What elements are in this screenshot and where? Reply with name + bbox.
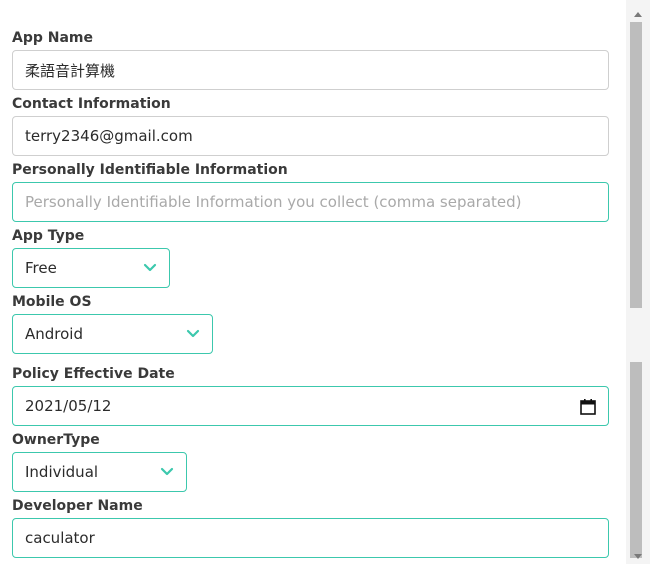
app-name-value: 柔語音計算機 bbox=[25, 61, 116, 80]
contact-information-label: Contact Information bbox=[12, 96, 171, 112]
chevron-down-icon bbox=[186, 329, 200, 339]
policy-effective-date-field: Policy Effective Date 2021/05/12 bbox=[12, 364, 609, 430]
app-name-label: App Name bbox=[12, 30, 93, 46]
contact-information-input[interactable]: terry2346@gmail.com bbox=[12, 116, 609, 156]
contact-information-value: terry2346@gmail.com bbox=[25, 127, 193, 145]
privacy-policy-form: App Name 柔語音計算機 Contact Information terr… bbox=[12, 28, 609, 562]
policy-effective-date-label: Policy Effective Date bbox=[12, 366, 175, 382]
scroll-up-arrow-icon[interactable] bbox=[632, 8, 644, 20]
contact-information-field: Contact Information terry2346@gmail.com bbox=[12, 94, 609, 160]
mobile-os-label: Mobile OS bbox=[12, 294, 92, 310]
developer-name-input[interactable]: caculator bbox=[12, 518, 609, 558]
app-type-field: App Type Free bbox=[12, 226, 609, 292]
app-type-label: App Type bbox=[12, 228, 85, 244]
scrollbar-thumb[interactable] bbox=[630, 22, 642, 308]
vertical-scrollbar[interactable] bbox=[626, 0, 650, 564]
owner-type-select[interactable]: Individual bbox=[12, 452, 187, 492]
developer-name-value: caculator bbox=[25, 529, 95, 547]
developer-name-field: Developer Name caculator bbox=[12, 496, 609, 562]
mobile-os-select[interactable]: Android bbox=[12, 314, 213, 354]
mobile-os-field: Mobile OS Android bbox=[12, 292, 609, 364]
owner-type-label: OwnerType bbox=[12, 432, 100, 448]
app-name-field: App Name 柔語音計算機 bbox=[12, 28, 609, 94]
scroll-down-arrow-icon[interactable] bbox=[632, 550, 644, 562]
calendar-icon[interactable] bbox=[580, 398, 596, 415]
policy-effective-date-value: 2021/05/12 bbox=[25, 397, 112, 415]
developer-name-label: Developer Name bbox=[12, 498, 143, 514]
chevron-down-icon bbox=[143, 263, 157, 273]
pii-placeholder: Personally Identifiable Information you … bbox=[25, 193, 522, 211]
pii-input[interactable]: Personally Identifiable Information you … bbox=[12, 182, 609, 222]
scrollbar-thumb-lower[interactable] bbox=[630, 362, 642, 558]
policy-effective-date-input[interactable]: 2021/05/12 bbox=[12, 386, 609, 426]
owner-type-field: OwnerType Individual bbox=[12, 430, 609, 496]
chevron-down-icon bbox=[160, 467, 174, 477]
pii-field: Personally Identifiable Information Pers… bbox=[12, 160, 609, 226]
pii-label: Personally Identifiable Information bbox=[12, 162, 288, 178]
app-type-select[interactable]: Free bbox=[12, 248, 170, 288]
app-type-value: Free bbox=[25, 259, 57, 277]
mobile-os-value: Android bbox=[25, 325, 83, 343]
app-name-input[interactable]: 柔語音計算機 bbox=[12, 50, 609, 90]
owner-type-value: Individual bbox=[25, 463, 99, 481]
